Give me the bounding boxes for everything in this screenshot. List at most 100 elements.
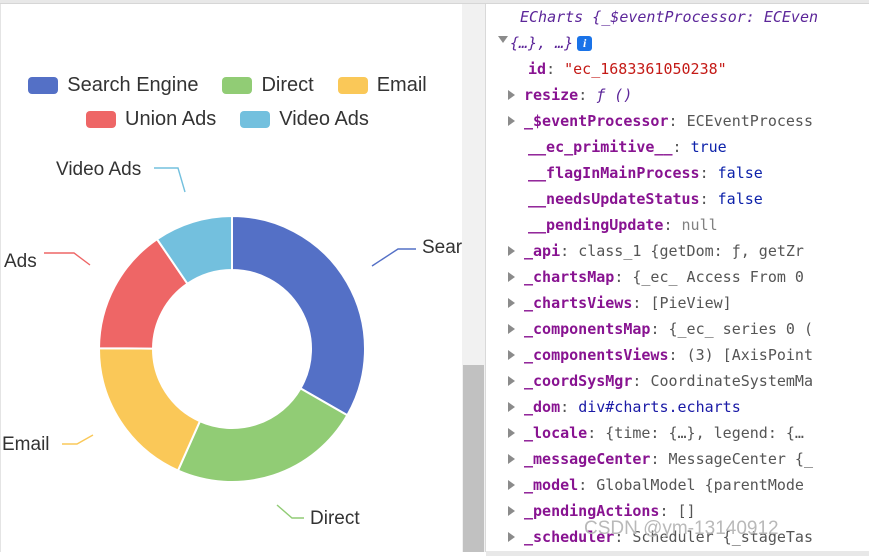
console-property-name: _dom [524,398,561,416]
expand-triangle-right-icon[interactable] [508,324,515,334]
console-property-separator: : [659,502,678,520]
console-property-separator: : [663,216,682,234]
info-icon[interactable]: i [577,36,593,51]
console-property-value: div#charts.echarts [578,398,741,416]
console-property-row[interactable]: _componentsViews: (3) [AxisPoint [486,342,869,368]
legend-item-union-ads[interactable]: Union Ads [86,108,216,131]
console-property-row[interactable]: __flagInMainProcess: false [486,160,869,186]
console-header-line2: {…}, …} i [510,30,593,56]
console-property-separator: : [614,268,633,286]
console-property-row[interactable]: __ec_primitive__: true [486,134,869,160]
expand-triangle-right-icon[interactable] [508,246,515,256]
console-property-value: class_1 {getDom: ƒ, getZr [578,242,804,260]
console-property-value: MessageCenter {_ [668,450,814,468]
console-property-separator: : [699,190,718,208]
expand-triangle-down-icon[interactable] [498,36,508,43]
console-property-value: null [681,216,718,234]
legend-label: Email [376,73,427,96]
legend-item-direct[interactable]: Direct [222,73,314,97]
expand-triangle-right-icon[interactable] [508,428,515,438]
expand-triangle-right-icon[interactable] [508,272,515,282]
video-ads-label-leader-line [154,167,186,193]
console-property-name: __flagInMainProcess [528,164,700,182]
console-property-value: "ec_1683361050238" [564,60,727,78]
expand-triangle-right-icon[interactable] [508,350,515,360]
pie-slice-direct[interactable] [176,386,349,483]
legend-label: Union Ads [125,107,217,130]
console-property-separator: : [560,242,579,260]
pie-slice-search-engine[interactable] [231,214,366,417]
legend-item-email[interactable]: Email [337,73,427,97]
union-ads-label: Ads [4,251,37,272]
console-bottom-rule [486,551,869,556]
console-property-row[interactable]: _model: GlobalModel {parentMode [486,472,869,498]
expand-triangle-right-icon[interactable] [508,116,515,126]
console-property-row[interactable]: __pendingUpdate: null [486,212,869,238]
expand-triangle-right-icon[interactable] [508,402,515,412]
legend-swatch-icon [337,76,368,94]
console-property-value: false [717,190,763,208]
console-property-separator: : [578,476,597,494]
expand-triangle-right-icon[interactable] [508,376,515,386]
console-property-row[interactable]: _chartsMap: {_ec_ Access From 0 [486,264,869,290]
console-property-name: id [528,60,547,78]
console-header-line2-text: {…}, …} [510,34,574,52]
console-property-separator: : [560,398,579,416]
chart-legend: Search Engine Direct Email Union Ads Video A… [0,68,455,136]
console-property-value: {_ec_ series 0 ( [668,320,814,338]
console-property-value: (3) [AxisPoint [686,346,813,364]
console-property-row[interactable]: _coordSysMgr: CoordinateSystemMa [486,368,869,394]
console-property-row[interactable]: resize: ƒ () [486,82,869,108]
legend-swatch-icon [86,110,117,128]
chart-pane: Searc Direct Email Ads Video Ads Search Engi… [0,4,462,552]
console-property-row[interactable]: _chartsViews: [PieView] [486,290,869,316]
expand-triangle-right-icon[interactable] [508,532,515,542]
console-property-name: _locale [524,424,588,442]
screenshot-root: Searc Direct Email Ads Video Ads Search Engi… [0,0,869,556]
console-property-name: _componentsViews [524,346,669,364]
console-property-row[interactable]: _locale: {time: {…}, legend: {… [486,420,869,446]
console-property-name: _messageCenter [524,450,651,468]
console-property-value: ƒ () [596,86,633,104]
expand-triangle-right-icon[interactable] [508,480,515,490]
console-property-row[interactable]: _dom: div#charts.echarts [486,394,869,420]
console-property-name: __ec_primitive__ [528,138,673,156]
console-property-row[interactable]: _api: class_1 {getDom: ƒ, getZr [486,238,869,264]
console-property-value: true [690,138,727,156]
legend-item-search-engine[interactable]: Search Engine [28,74,198,97]
console-property-row[interactable]: _messageCenter: MessageCenter {_ [486,446,869,472]
legend-label: Video Ads [279,107,369,130]
direct-label: Direct [310,508,360,529]
console-property-value: {time: {…}, legend: {… [605,424,804,442]
console-property-separator: : [632,372,651,390]
console-property-row[interactable]: __needsUpdateStatus: false [486,186,869,212]
console-object-header[interactable]: ECharts {_$eventProcessor: ECEven {…}, …… [486,4,869,56]
console-property-row[interactable]: _$eventProcessor: ECEventProcess [486,108,869,134]
console-property-value: CoordinateSystemMa [650,372,813,390]
console-property-row[interactable]: _scheduler: Scheduler {_stageTas [486,524,869,550]
expand-triangle-right-icon[interactable] [508,454,515,464]
console-property-row[interactable]: _componentsMap: {_ec_ series 0 ( [486,316,869,342]
legend-swatch-icon [28,76,59,94]
console-property-name: __pendingUpdate [528,216,664,234]
expand-triangle-right-icon[interactable] [508,90,515,100]
legend-item-video-ads[interactable]: Video Ads [240,108,369,131]
console-property-separator: : [668,346,687,364]
legend-label: Direct [261,73,314,96]
expand-triangle-right-icon[interactable] [508,298,515,308]
console-property-separator: : [587,424,606,442]
devtools-console-pane[interactable]: ECharts {_$eventProcessor: ECEven {…}, …… [486,4,869,556]
console-property-row[interactable]: _pendingActions: [] [486,498,869,524]
console-property-separator: : [650,320,669,338]
email-label-leader-line [62,434,94,445]
console-property-name: resize [524,86,579,104]
console-property-separator: : [578,86,597,104]
expand-triangle-right-icon[interactable] [508,506,515,516]
console-property-row[interactable]: id: "ec_1683361050238" [486,56,869,82]
pie-slice-email[interactable] [98,347,202,472]
console-property-name: _chartsViews [524,294,633,312]
console-property-separator: : [650,450,669,468]
search-engine-label: Searc [422,237,462,258]
console-property-separator: : [614,528,633,546]
chart-pane-scrollbar-thumb[interactable] [463,365,484,552]
